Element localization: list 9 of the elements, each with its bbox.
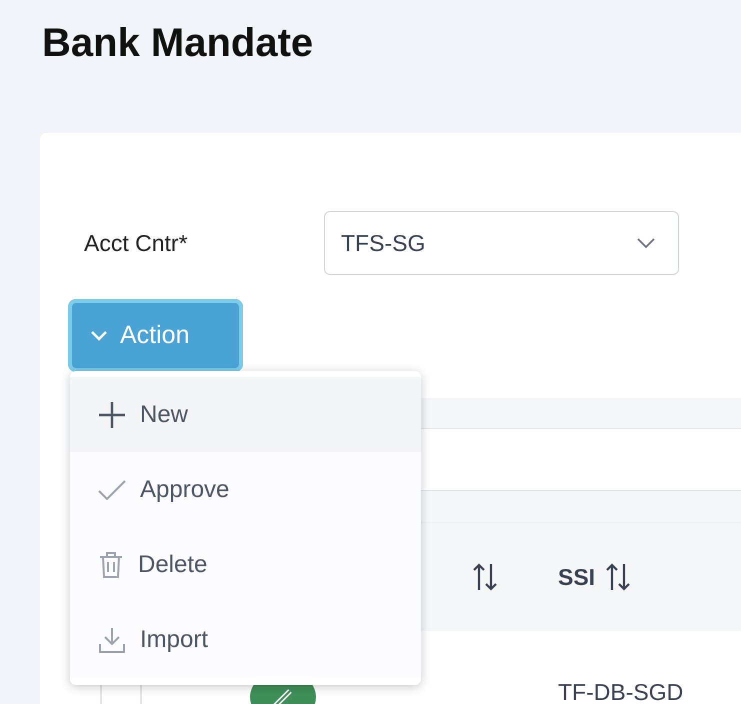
page-title: Bank Mandate — [41, 20, 314, 67]
table-cell: TF-DB-SGD — [558, 679, 684, 704]
field-label: Acct Cntr* — [84, 230, 189, 256]
column-header[interactable]: SSI — [558, 564, 596, 590]
menu-item[interactable]: Approve — [70, 452, 421, 527]
account-center-dropdown[interactable]: TFS-SG — [324, 211, 679, 275]
menu-item[interactable]: New — [70, 377, 421, 452]
menu-item[interactable]: Import — [70, 602, 421, 677]
menu-item[interactable]: Delete — [70, 527, 421, 602]
